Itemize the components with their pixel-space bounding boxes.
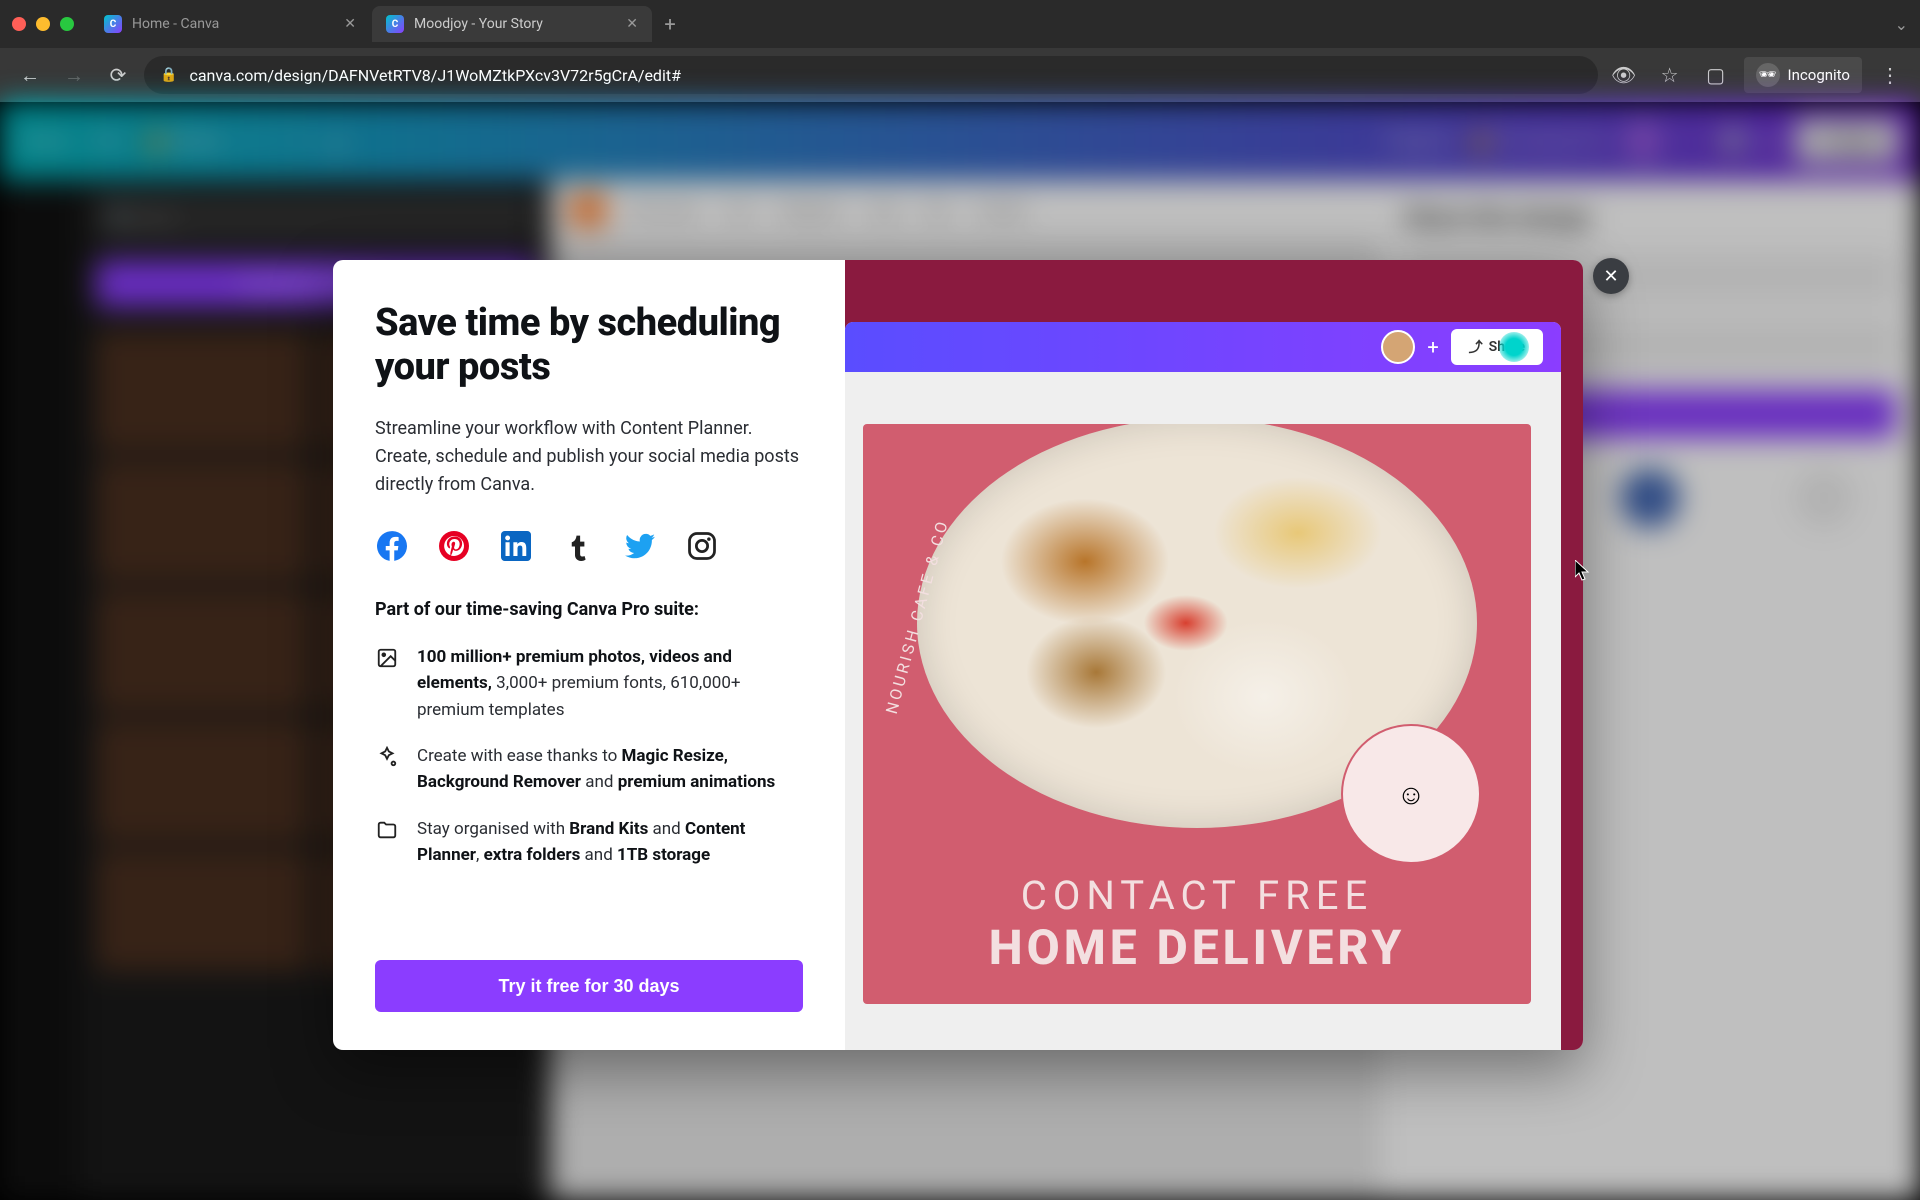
tabs-overflow-icon[interactable]: ⌄ (1895, 15, 1908, 34)
preview-topbar: + ⤴ Share (845, 322, 1561, 372)
tab-close-icon[interactable]: ✕ (626, 16, 638, 32)
preview-share-button: ⤴ Share (1451, 329, 1543, 365)
feature-item: Stay organised with Brand Kits and Conte… (375, 816, 803, 869)
tumblr-icon (561, 529, 595, 563)
image-icon (375, 646, 399, 670)
suite-label: Part of our time-saving Canva Pro suite: (375, 599, 803, 620)
instagram-icon (685, 529, 719, 563)
preview-poster: ☺ NOURISH CAFE & CO CONTACT FREE HOME DE… (863, 424, 1531, 1004)
window-minimize[interactable] (36, 17, 50, 31)
tab-close-icon[interactable]: ✕ (344, 16, 356, 32)
preview-window: + ⤴ Share ☺ NOURISH CAFE & CO CONTACT FR… (845, 322, 1561, 1050)
close-icon: ✕ (1603, 266, 1618, 287)
url-text: canva.com/design/DAFNVetRTV8/J1WoMZtkPXc… (189, 66, 680, 85)
poster-badge: ☺ (1341, 724, 1481, 864)
add-collaborator-icon: + (1427, 335, 1438, 359)
side-panel-icon[interactable]: ▢ (1698, 57, 1734, 93)
incognito-label: Incognito (1788, 66, 1850, 84)
tab-favicon: C (386, 15, 404, 33)
modal-description: Streamline your workflow with Content Pl… (375, 415, 803, 499)
feature-list: 100 million+ premium photos, videos and … (375, 644, 803, 868)
twitter-icon (623, 529, 657, 563)
poster-headline: CONTACT FREE HOME DELIVERY (863, 872, 1531, 976)
back-button[interactable]: ← (12, 57, 48, 93)
feature-item: Create with ease thanks to Magic Resize,… (375, 743, 803, 796)
incognito-icon: 🕶 (1756, 63, 1780, 87)
new-tab-button[interactable]: + (654, 8, 686, 40)
linkedin-icon (499, 529, 533, 563)
browser-nav-bar: ← → ⟳ 🔒 canva.com/design/DAFNVetRTV8/J1W… (0, 48, 1920, 102)
magic-icon (375, 745, 399, 769)
window-maximize[interactable] (60, 17, 74, 31)
address-bar[interactable]: 🔒 canva.com/design/DAFNVetRTV8/J1WoMZtkP… (144, 56, 1598, 94)
reload-button[interactable]: ⟳ (100, 57, 136, 93)
browser-tab-0[interactable]: C Home - Canva ✕ (90, 6, 370, 42)
tab-title: Moodjoy - Your Story (414, 16, 543, 32)
bookmark-icon[interactable]: ☆ (1652, 57, 1688, 93)
lock-icon: 🔒 (160, 67, 177, 83)
menu-icon[interactable]: ⋮ (1872, 57, 1908, 93)
modal-left-panel: Save time by scheduling your posts Strea… (333, 260, 845, 1050)
tab-title: Home - Canva (132, 16, 219, 32)
upsell-modal: Save time by scheduling your posts Strea… (333, 260, 1583, 1050)
avatar (1381, 330, 1415, 364)
forward-button[interactable]: → (56, 57, 92, 93)
pinterest-icon (437, 529, 471, 563)
traffic-lights (12, 17, 74, 31)
modal-title: Save time by scheduling your posts (375, 302, 803, 389)
feature-item: 100 million+ premium photos, videos and … (375, 644, 803, 723)
tab-favicon: C (104, 15, 122, 33)
window-close[interactable] (12, 17, 26, 31)
browser-tab-1[interactable]: C Moodjoy - Your Story ✕ (372, 6, 652, 42)
highlight-pulse (1499, 332, 1529, 362)
share-icon: ⤴ (1469, 337, 1483, 357)
tracking-icon[interactable]: 👁 (1606, 57, 1642, 93)
window-titlebar: C Home - Canva ✕ C Moodjoy - Your Story … (0, 0, 1920, 48)
social-icons-row (375, 529, 803, 563)
try-free-button[interactable]: Try it free for 30 days (375, 960, 803, 1012)
facebook-icon (375, 529, 409, 563)
incognito-badge[interactable]: 🕶 Incognito (1744, 57, 1862, 93)
close-button[interactable]: ✕ (1593, 258, 1629, 294)
folder-icon (375, 818, 399, 842)
modal-right-preview: + ⤴ Share ☺ NOURISH CAFE & CO CONTACT FR… (845, 260, 1583, 1050)
